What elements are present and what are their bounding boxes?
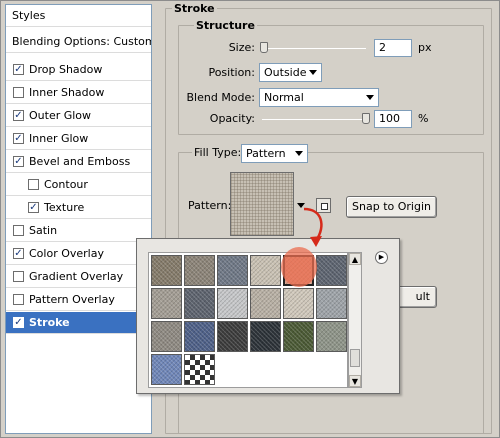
blend-mode-select[interactable]: Normal (259, 88, 379, 107)
style-item-label: Inner Glow (29, 132, 89, 145)
style-item-stroke[interactable]: ✓ Stroke (6, 312, 151, 334)
style-item-label: Outer Glow (29, 109, 92, 122)
style-item-outer-glow[interactable]: ✓ Outer Glow (6, 105, 151, 127)
default-button-partial[interactable]: ult (395, 286, 437, 308)
style-item-pattern-overlay[interactable]: Pattern Overlay (6, 289, 151, 311)
style-item-bevel-and-emboss[interactable]: ✓ Bevel and Emboss (6, 151, 151, 173)
checkbox[interactable] (13, 271, 24, 282)
pattern-tile[interactable] (151, 354, 182, 385)
default-button-label: ult (415, 290, 430, 303)
opacity-slider-track[interactable] (262, 119, 366, 120)
structure-title: Structure (194, 19, 257, 32)
pattern-tile[interactable] (250, 321, 281, 352)
checkbox[interactable] (13, 225, 24, 236)
checkbox[interactable]: ✓ (13, 64, 24, 75)
position-value: Outside (264, 66, 307, 79)
scroll-thumb[interactable] (350, 349, 360, 367)
checkbox[interactable]: ✓ (13, 248, 24, 259)
style-item-color-overlay[interactable]: ✓ Color Overlay (6, 243, 151, 265)
checkbox[interactable]: ✓ (13, 110, 24, 121)
pattern-tile[interactable] (250, 255, 281, 286)
pattern-tile[interactable] (151, 255, 182, 286)
pattern-tile[interactable] (151, 321, 182, 352)
blending-options-label: Blending Options: Custom (12, 35, 151, 48)
pattern-tile[interactable] (283, 321, 314, 352)
pattern-tile[interactable] (283, 288, 314, 319)
style-item-label: Color Overlay (29, 247, 104, 260)
style-item-label: Stroke (29, 316, 70, 329)
opacity-unit: % (418, 112, 429, 125)
play-arrow-icon[interactable]: ▶ (375, 251, 388, 264)
fill-type-label: Fill Type: (192, 146, 244, 159)
checkbox[interactable] (28, 179, 39, 190)
checkbox[interactable] (13, 294, 24, 305)
pattern-tile[interactable] (184, 354, 215, 385)
styles-header[interactable]: Styles (6, 5, 151, 27)
position-select[interactable]: Outside (259, 63, 322, 82)
opacity-label: Opacity: (209, 112, 255, 125)
pattern-tile[interactable] (316, 288, 347, 319)
style-item-texture[interactable]: ✓ Texture (6, 197, 151, 219)
size-slider-thumb[interactable] (260, 42, 269, 53)
size-slider-track[interactable] (262, 48, 366, 49)
style-item-label: Satin (29, 224, 58, 237)
pattern-tile[interactable] (217, 255, 248, 286)
size-unit: px (418, 41, 432, 54)
pattern-label: Pattern: (188, 199, 232, 212)
pattern-tile[interactable] (217, 321, 248, 352)
checkbox[interactable] (13, 87, 24, 98)
checkbox[interactable]: ✓ (13, 133, 24, 144)
opacity-slider-thumb[interactable] (362, 113, 370, 124)
style-item-gradient-overlay[interactable]: Gradient Overlay (6, 266, 151, 288)
style-item-drop-shadow[interactable]: ✓ Drop Shadow (6, 59, 151, 81)
style-item-label: Gradient Overlay (29, 270, 124, 283)
pattern-grid (148, 252, 348, 388)
style-item-inner-shadow[interactable]: Inner Shadow (6, 82, 151, 104)
fill-type-value: Pattern (246, 147, 286, 160)
checkbox[interactable]: ✓ (13, 317, 24, 328)
pattern-picker-popup: ▲ ▼ ▶ (136, 238, 400, 394)
style-item-label: Inner Shadow (29, 86, 105, 99)
pattern-tile[interactable] (184, 288, 215, 319)
pattern-swatch[interactable] (230, 172, 294, 236)
style-item-satin[interactable]: Satin (6, 220, 151, 242)
blending-options-item[interactable]: Blending Options: Custom (6, 31, 151, 53)
pattern-scrollbar[interactable]: ▲ ▼ (348, 252, 362, 388)
pattern-tile[interactable] (217, 288, 248, 319)
pattern-tile[interactable] (316, 255, 347, 286)
scroll-up-button[interactable]: ▲ (349, 253, 361, 265)
style-item-label: Texture (44, 201, 85, 214)
size-input[interactable]: 2 (374, 39, 412, 57)
checkbox[interactable]: ✓ (13, 156, 24, 167)
pattern-tile[interactable] (250, 288, 281, 319)
checkbox[interactable]: ✓ (28, 202, 39, 213)
fill-type-select[interactable]: Pattern (241, 144, 308, 163)
stroke-title: Stroke (172, 2, 217, 15)
style-item-label: Drop Shadow (29, 63, 103, 76)
styles-list: Styles Blending Options: Custom ✓ Drop Shad… (5, 4, 152, 434)
position-label: Position: (208, 66, 255, 79)
chevron-down-icon (309, 70, 317, 75)
style-item-inner-glow[interactable]: ✓ Inner Glow (6, 128, 151, 150)
scroll-down-button[interactable]: ▼ (349, 375, 361, 387)
style-item-contour[interactable]: Contour (6, 174, 151, 196)
chevron-down-icon (366, 95, 374, 100)
style-item-label: Pattern Overlay (29, 293, 115, 306)
snap-to-origin-button[interactable]: Snap to Origin (346, 196, 437, 218)
chevron-down-icon (295, 151, 303, 156)
blend-mode-value: Normal (264, 91, 304, 104)
pattern-tile[interactable] (184, 321, 215, 352)
style-item-label: Bevel and Emboss (29, 155, 131, 168)
style-item-label: Contour (44, 178, 88, 191)
blend-mode-label: Blend Mode: (186, 91, 256, 104)
styles-header-label: Styles (12, 9, 46, 22)
opacity-input[interactable]: 100 (374, 110, 412, 128)
pattern-tile[interactable] (151, 288, 182, 319)
pattern-tile[interactable] (316, 321, 347, 352)
red-arrow-icon (303, 207, 323, 247)
pattern-tile[interactable] (184, 255, 215, 286)
size-label: Size: (228, 41, 255, 54)
